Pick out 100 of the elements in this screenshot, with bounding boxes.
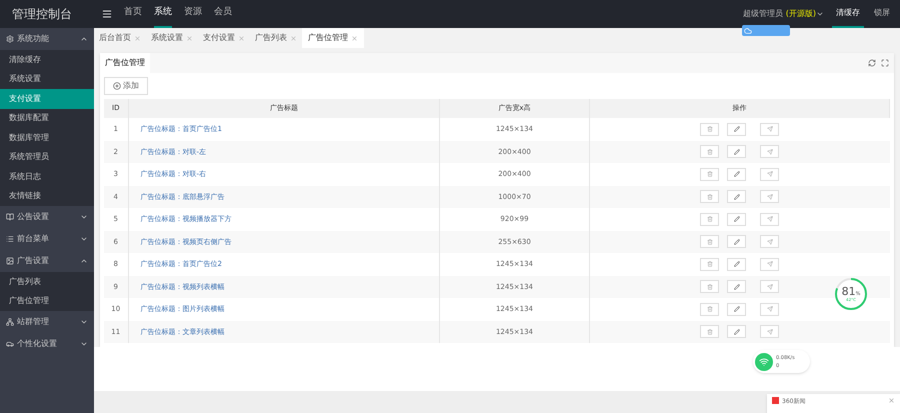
- send-icon: [766, 284, 773, 290]
- send-icon: [766, 306, 773, 312]
- cloud-icon: [744, 26, 752, 34]
- page-tab[interactable]: 支付设置: [198, 28, 250, 48]
- delete-button[interactable]: [700, 258, 720, 271]
- send-button[interactable]: [760, 302, 780, 316]
- edit-button[interactable]: [727, 325, 746, 338]
- send-icon: [766, 148, 773, 155]
- sidebar-item[interactable]: 系统设置: [0, 70, 94, 89]
- delete-button[interactable]: [700, 168, 720, 181]
- gear-icon: [6, 35, 14, 43]
- delete-button[interactable]: [700, 302, 720, 316]
- wifi-icon: [759, 356, 769, 366]
- sidebar-group[interactable]: 广告设置: [0, 250, 94, 272]
- top-action[interactable]: 锁屏: [874, 0, 890, 28]
- sidebar-item[interactable]: 广告列表: [0, 272, 94, 292]
- fullscreen-icon[interactable]: [881, 59, 889, 67]
- delete-button[interactable]: [700, 190, 720, 204]
- trash-icon: [706, 261, 713, 268]
- refresh-icon[interactable]: [868, 59, 876, 67]
- delete-button[interactable]: [700, 212, 720, 226]
- pencil-icon: [734, 171, 740, 178]
- progress-ring-drawing: [835, 278, 867, 310]
- trash-icon: [706, 284, 713, 290]
- list-icon: [6, 235, 14, 243]
- send-button[interactable]: [760, 325, 780, 338]
- close-icon[interactable]: [186, 34, 193, 42]
- nav-tab[interactable]: 资源: [184, 0, 202, 28]
- sidebar-group[interactable]: 系统功能: [0, 28, 94, 50]
- send-button[interactable]: [760, 168, 780, 181]
- send-button[interactable]: [760, 145, 780, 158]
- delete-button[interactable]: [700, 145, 720, 158]
- sidebar-group[interactable]: 前台菜单: [0, 228, 94, 250]
- trash-icon: [706, 216, 713, 222]
- page-tab[interactable]: 广告位管理: [302, 28, 364, 48]
- menu-icon[interactable]: [102, 9, 112, 19]
- caret-icon[interactable]: [816, 10, 824, 18]
- send-button[interactable]: [760, 258, 780, 271]
- sidebar-group[interactable]: 公告设置: [0, 206, 94, 228]
- edit-button[interactable]: [727, 190, 746, 204]
- edit-button[interactable]: [727, 258, 746, 271]
- user-name[interactable]: 超级管理员: [742, 8, 783, 20]
- pencil-icon: [734, 216, 740, 222]
- pencil-icon: [734, 328, 740, 335]
- sidebar-item[interactable]: 数据库配置: [0, 108, 94, 128]
- delete-button[interactable]: [700, 122, 720, 136]
- caret-icon: [80, 213, 88, 221]
- nav-tab[interactable]: 会员: [214, 0, 232, 28]
- send-button[interactable]: [760, 212, 780, 226]
- trash-icon: [706, 126, 713, 132]
- page-tab[interactable]: 广告列表: [250, 28, 302, 48]
- send-button[interactable]: [760, 122, 780, 136]
- send-icon: [766, 171, 773, 178]
- caret-icon: [80, 318, 88, 326]
- news-logo-icon: [772, 397, 779, 404]
- pencil-icon: [734, 126, 740, 132]
- page-tab[interactable]: 系统设置: [146, 28, 198, 48]
- close-icon[interactable]: [290, 34, 297, 42]
- sidebar-item[interactable]: 友情链接: [0, 186, 94, 206]
- delete-button[interactable]: [700, 325, 720, 338]
- add-button[interactable]: 添加: [104, 77, 148, 95]
- sidebar-group[interactable]: 站群管理: [0, 311, 94, 333]
- edit-button[interactable]: [727, 212, 746, 226]
- sidebar-group[interactable]: 个性化设置: [0, 333, 94, 355]
- caret-icon: [80, 340, 88, 348]
- edit-button[interactable]: [727, 280, 746, 294]
- edit-button[interactable]: [727, 145, 746, 158]
- trash-icon: [706, 171, 713, 178]
- send-icon: [766, 216, 773, 222]
- sidebar-item[interactable]: 系统日志: [0, 167, 94, 186]
- card-tab[interactable]: 广告位管理: [100, 53, 150, 73]
- trash-icon: [706, 148, 713, 155]
- cpu-percent: 81: [842, 286, 856, 297]
- cloud-button[interactable]: [742, 25, 790, 36]
- send-button[interactable]: [760, 235, 780, 248]
- sidebar-item[interactable]: 清除缓存: [0, 50, 94, 70]
- page-tab[interactable]: 后台首页: [94, 28, 146, 48]
- close-icon[interactable]: [134, 34, 141, 42]
- image-icon: [6, 257, 14, 265]
- edit-button[interactable]: [727, 302, 746, 316]
- close-icon[interactable]: [351, 34, 358, 42]
- delete-button[interactable]: [700, 235, 720, 248]
- sidebar-item[interactable]: 系统管理员: [0, 148, 94, 167]
- send-button[interactable]: [760, 190, 780, 204]
- nav-tab[interactable]: 首页: [124, 0, 142, 28]
- pencil-icon: [734, 306, 740, 312]
- send-icon: [766, 328, 773, 335]
- send-button[interactable]: [760, 280, 780, 294]
- edit-button[interactable]: [727, 122, 746, 136]
- edit-button[interactable]: [727, 168, 746, 181]
- close-icon[interactable]: [238, 34, 245, 42]
- delete-button[interactable]: [700, 280, 720, 294]
- close-icon[interactable]: [888, 397, 895, 404]
- app-title: 管理控制台: [11, 6, 73, 23]
- edit-button[interactable]: [727, 235, 746, 248]
- edition-label: (开源版): [786, 8, 816, 20]
- sidebar-item[interactable]: 支付设置: [0, 89, 94, 108]
- sidebar-item[interactable]: 广告位管理: [0, 292, 94, 311]
- sidebar-item[interactable]: 数据库管理: [0, 128, 94, 148]
- send-icon: [766, 126, 773, 132]
